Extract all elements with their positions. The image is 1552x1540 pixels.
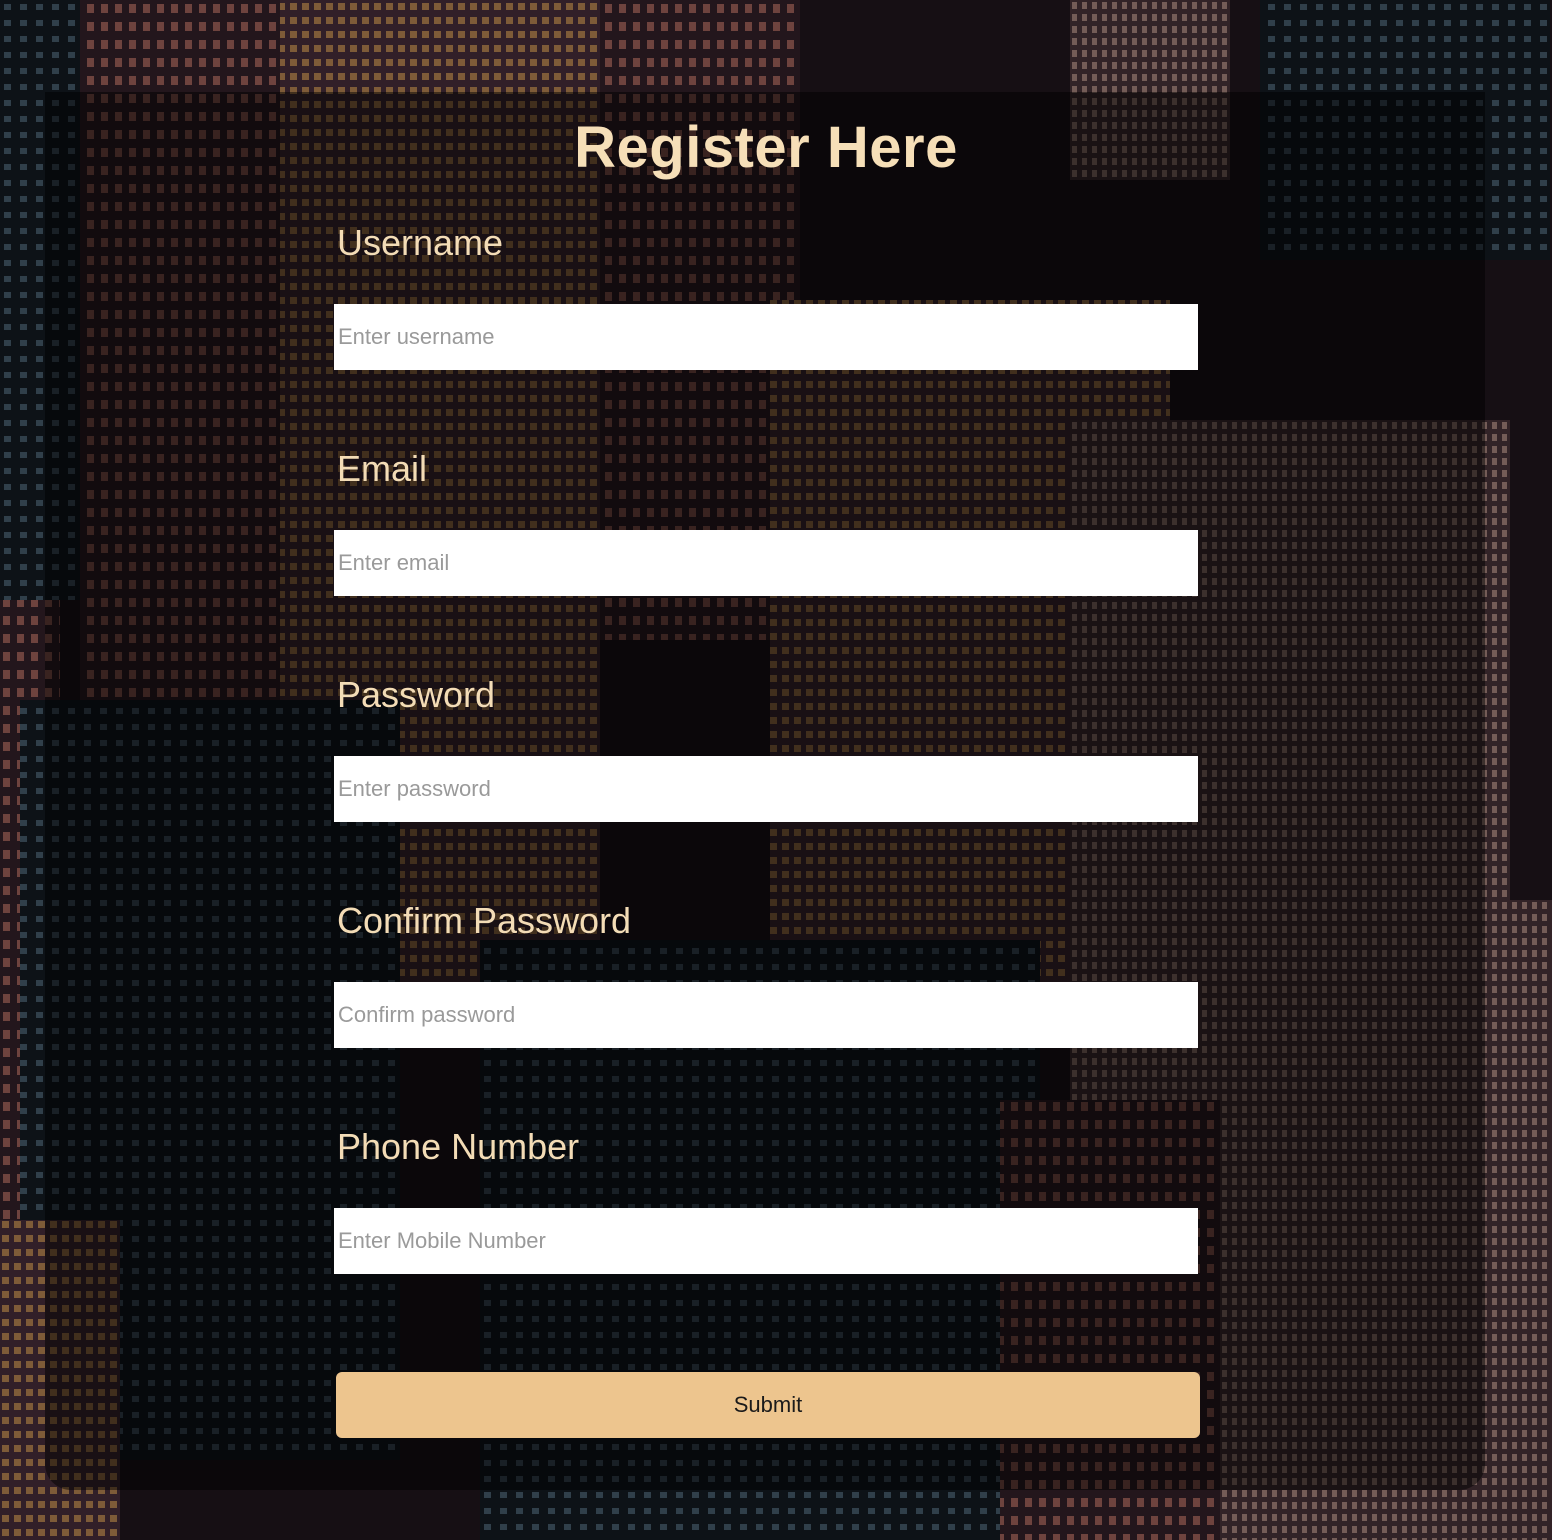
page-title: Register Here [574, 115, 958, 180]
submit-button[interactable]: Submit [336, 1372, 1200, 1438]
confirm-password-input[interactable] [334, 982, 1198, 1048]
username-label: Username [337, 222, 504, 263]
email-input[interactable] [334, 530, 1198, 596]
email-label: Email [337, 448, 428, 489]
register-form: Register Here Username Email Password Co… [0, 0, 1552, 1540]
phone-number-label: Phone Number [337, 1126, 580, 1167]
password-label: Password [337, 674, 496, 715]
password-input[interactable] [334, 756, 1198, 822]
confirm-password-label: Confirm Password [337, 900, 632, 941]
username-input[interactable] [334, 304, 1198, 370]
phone-number-input[interactable] [334, 1208, 1198, 1274]
